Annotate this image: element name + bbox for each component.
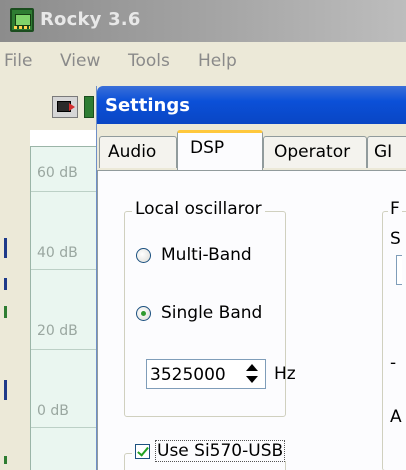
multi-band-radio[interactable]: [136, 247, 151, 263]
toolbar-button-icon[interactable]: [84, 96, 94, 118]
dsp-tab-panel: Local oscillaror Multi-Band Single Band …: [97, 170, 406, 470]
right-letter-fragment: A: [390, 407, 402, 427]
main-title-bar[interactable]: Rocky 3.6: [0, 0, 406, 42]
tab-operator[interactable]: Operator: [263, 136, 367, 168]
frequency-spinbox[interactable]: 3525000: [146, 359, 266, 389]
right-group: [382, 211, 406, 470]
menu-help[interactable]: Help: [198, 51, 237, 71]
tab-label: Operator: [274, 142, 351, 162]
spectrum-display: 60 dB 40 dB 20 dB 0 dB: [30, 146, 97, 470]
frequency-unit: Hz: [274, 364, 296, 384]
multi-band-option[interactable]: Multi-Band: [136, 245, 252, 265]
strip-marker: [4, 238, 7, 258]
scale-label-20db: 20 dB: [37, 323, 78, 339]
scale-label-0db: 0 dB: [37, 403, 69, 419]
dialog-title: Settings: [105, 95, 190, 116]
spin-up-arrow-icon[interactable]: [240, 361, 264, 374]
strip-marker: [4, 380, 7, 400]
strip-marker: [4, 456, 7, 464]
tab-strip: Audio DSP Operator GI: [97, 124, 406, 172]
tab-label: Audio: [108, 142, 157, 162]
right-group-title-fragment: F: [388, 199, 402, 219]
grid-line: [31, 269, 97, 270]
spin-down-arrow-icon[interactable]: [240, 374, 264, 387]
record-icon[interactable]: [52, 96, 78, 118]
tab-label: DSP: [190, 138, 225, 158]
strip-marker: [4, 306, 7, 318]
menu-view[interactable]: View: [60, 51, 100, 71]
menu-file[interactable]: File: [4, 51, 32, 71]
scale-label-40db: 40 dB: [37, 245, 78, 261]
right-dash-fragment: -: [390, 353, 397, 373]
use-si570-label: Use Si570-USB: [154, 440, 286, 462]
scale-label-60db: 60 dB: [37, 165, 78, 181]
single-band-radio[interactable]: [136, 305, 151, 321]
spin-buttons: [240, 361, 264, 387]
single-band-label: Single Band: [161, 303, 263, 323]
dialog-title-bar[interactable]: Settings: [97, 86, 406, 124]
single-band-option[interactable]: Single Band: [136, 303, 262, 323]
tab-audio[interactable]: Audio: [99, 136, 177, 168]
grid-line: [31, 349, 97, 350]
strip-marker: [4, 278, 7, 290]
tab-gi[interactable]: GI: [367, 136, 406, 168]
right-label-fragment: S: [390, 229, 401, 249]
app-icon: [10, 8, 34, 32]
use-si570-option[interactable]: Use Si570-USB: [132, 440, 288, 462]
local-oscillator-group-title: Local oscillaror: [132, 199, 265, 219]
grid-line: [31, 427, 97, 428]
main-window-title: Rocky 3.6: [40, 9, 141, 30]
frequency-value[interactable]: 3525000: [150, 365, 226, 385]
left-panel-strip: [0, 130, 30, 470]
menu-tools[interactable]: Tools: [128, 51, 170, 71]
tab-label: GI: [374, 142, 393, 162]
right-field-fragment[interactable]: [396, 255, 402, 285]
multi-band-label: Multi-Band: [161, 245, 252, 265]
use-si570-checkbox[interactable]: [135, 443, 150, 459]
menu-bar: File View Tools Help: [0, 42, 406, 80]
settings-dialog: Settings Audio DSP Operator GI Local osc…: [96, 86, 406, 470]
grid-line: [31, 191, 97, 192]
tab-dsp[interactable]: DSP: [177, 130, 263, 170]
